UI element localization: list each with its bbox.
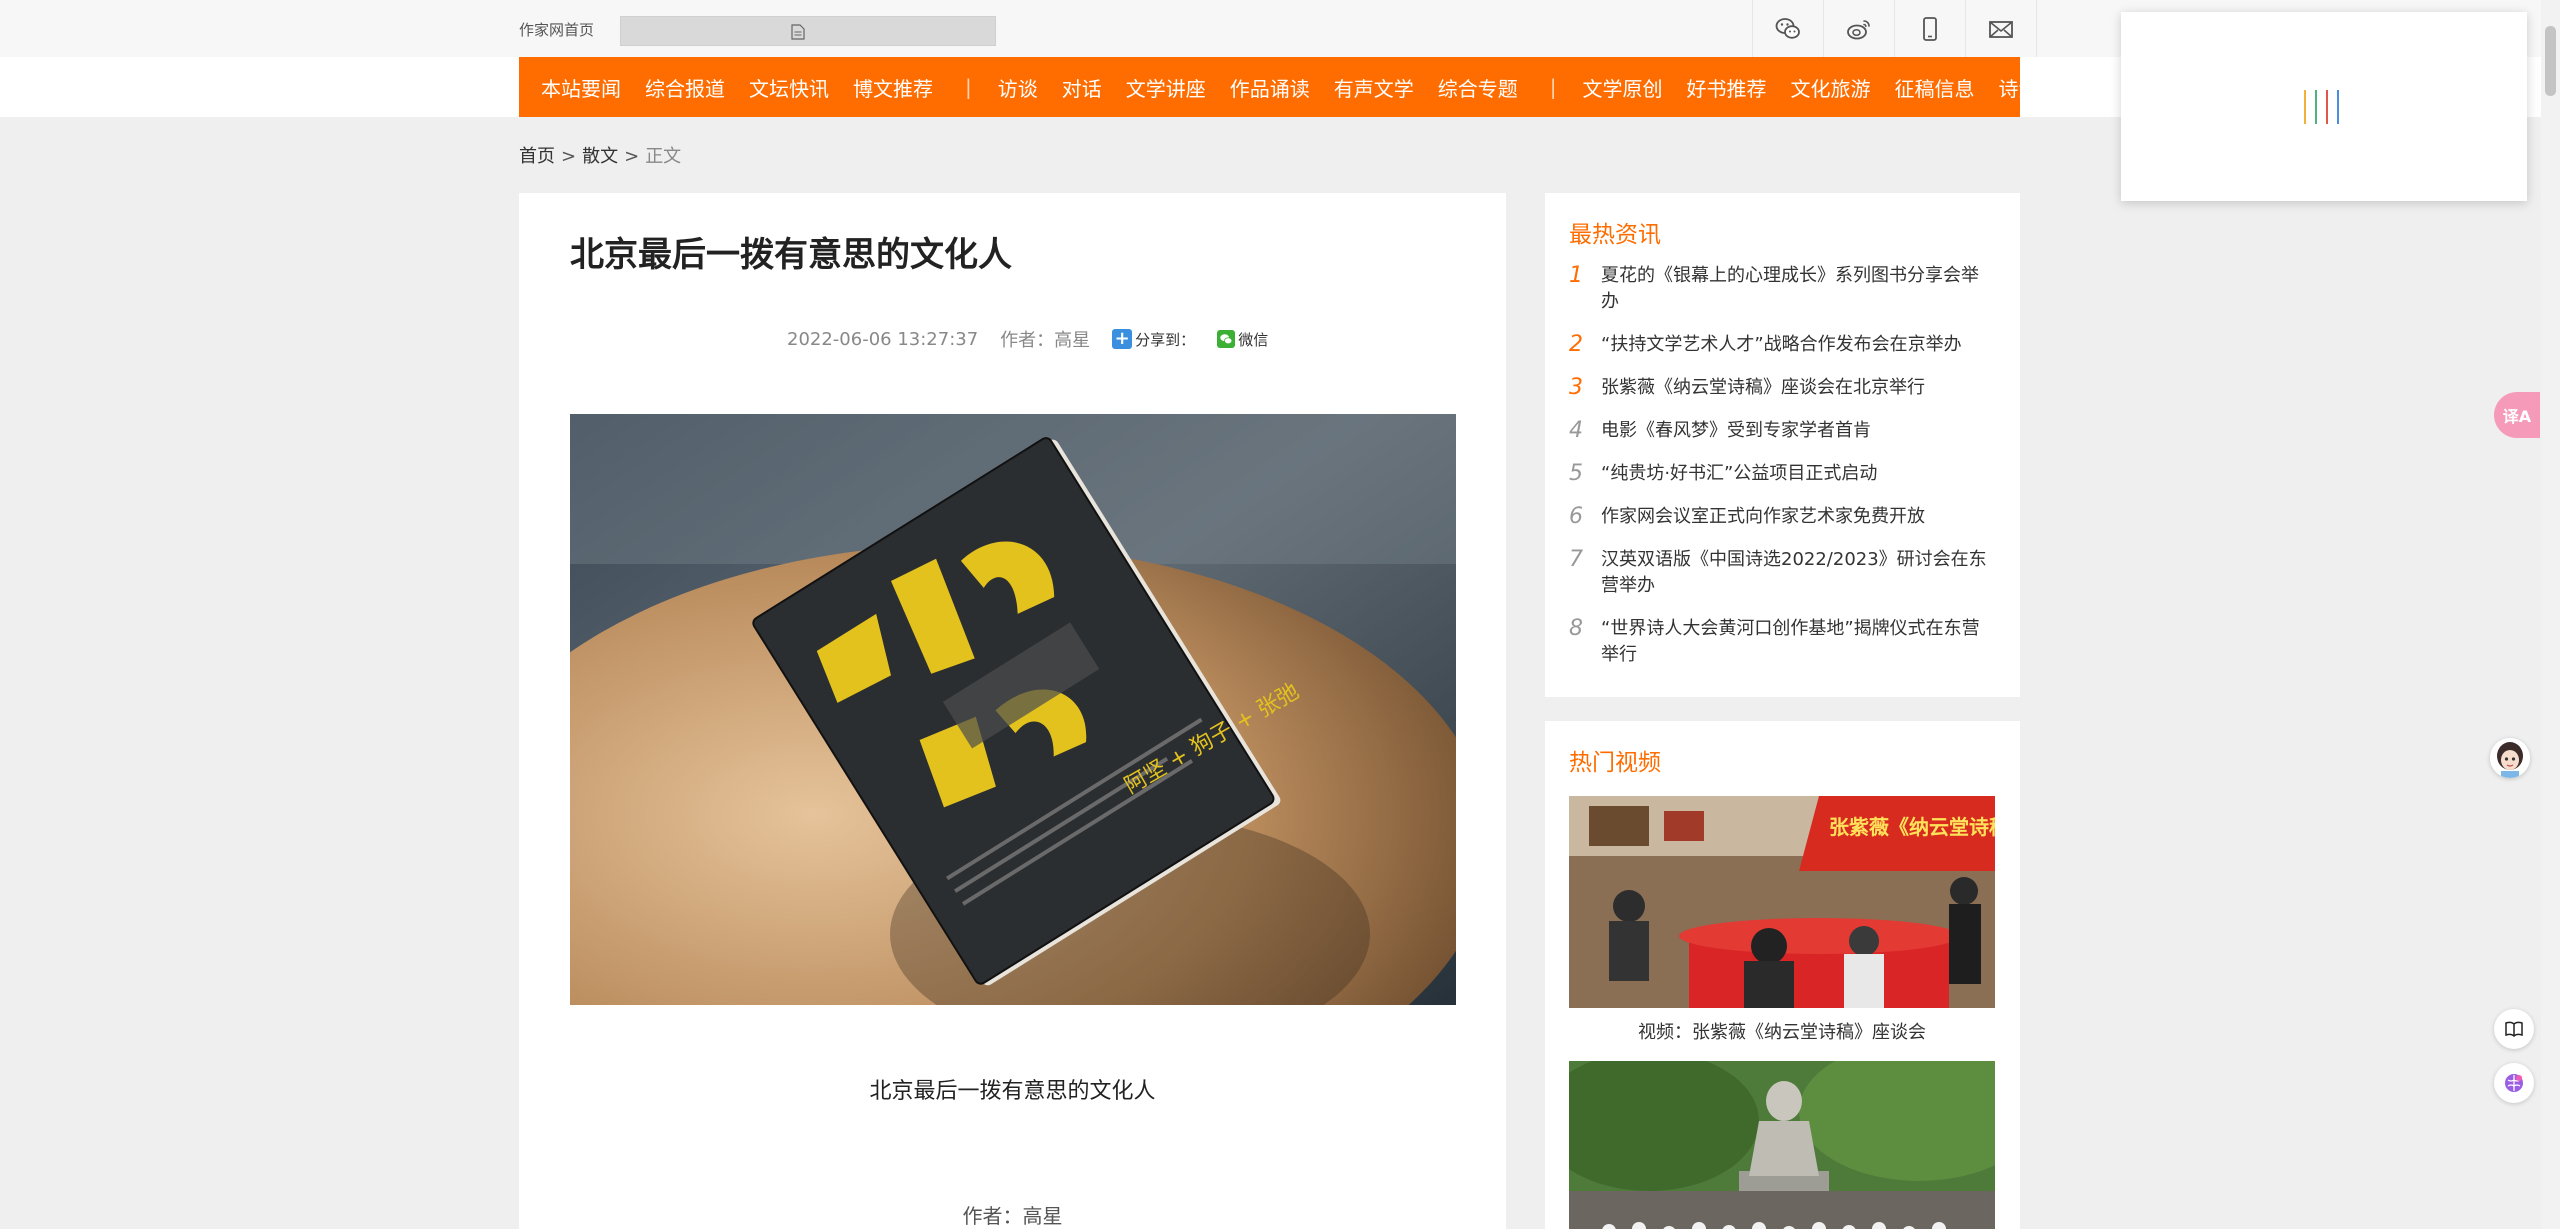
loading-popup bbox=[2121, 12, 2527, 201]
hot-video-title: 热门视频 bbox=[1569, 750, 1661, 776]
news-rank: 5 bbox=[1569, 461, 1583, 486]
news-link[interactable]: 张紫薇《纳云堂诗稿》座谈会在北京举行 bbox=[1601, 375, 1925, 401]
translate-button[interactable]: 译A bbox=[2494, 392, 2540, 438]
news-rank: 4 bbox=[1569, 418, 1583, 443]
news-link[interactable]: “扶持文学艺术人才”战略合作发布会在京举办 bbox=[1601, 332, 1962, 358]
site-home-link[interactable]: 作家网首页 bbox=[519, 19, 594, 40]
article-byline: 作者：高星 bbox=[962, 1204, 1063, 1228]
book-icon[interactable] bbox=[2494, 1009, 2534, 1049]
nav-item[interactable]: 文学原创 bbox=[1583, 73, 1663, 102]
article-hero-image: 阿坚 + 狗子 + 张弛 bbox=[570, 414, 1456, 1005]
news-rank: 8 bbox=[1569, 616, 1583, 641]
mail-icon[interactable] bbox=[1965, 0, 2037, 57]
share-plus-icon[interactable]: + bbox=[1112, 329, 1133, 349]
page-scrollbar[interactable] bbox=[2541, 0, 2560, 1229]
main-nav: 本站要闻 综合报道 文坛快讯 博文推荐 | 访谈 对话 文学讲座 作品诵读 有声… bbox=[519, 57, 2079, 117]
nav-item[interactable]: 综合专题 bbox=[1438, 73, 1518, 102]
nav-separator: | bbox=[965, 75, 972, 99]
nav-item[interactable]: 综合报道 bbox=[645, 73, 725, 102]
news-link[interactable]: “纯贵坊·好书汇”公益项目正式启动 bbox=[1601, 461, 1877, 487]
nav-item[interactable]: 诗酒文化 bbox=[1999, 73, 2079, 102]
video-thumbnail[interactable] bbox=[1569, 1061, 1995, 1229]
nav-item[interactable]: 本站要闻 bbox=[541, 73, 621, 102]
video-card[interactable] bbox=[1569, 1061, 1995, 1229]
statue-group-photo bbox=[1569, 1061, 1995, 1229]
meeting-photo: 张紫薇《纳云堂诗稿》座谈会 bbox=[1569, 796, 1995, 1008]
news-rank: 1 bbox=[1569, 263, 1583, 288]
news-rank: 7 bbox=[1569, 547, 1583, 572]
list-item[interactable]: 6 作家网会议室正式向作家艺术家免费开放 bbox=[1569, 504, 1995, 530]
video-card[interactable]: 张紫薇《纳云堂诗稿》座谈会 视频：张紫薇《纳云堂诗稿》座谈会 bbox=[1569, 796, 1995, 1044]
article: 北京最后一拨有意思的文化人 2022-06-06 13:27:37 作者：高星 … bbox=[519, 193, 1506, 1229]
breadcrumb-separator: > bbox=[561, 146, 577, 167]
wechat-share-icon[interactable] bbox=[1217, 330, 1236, 348]
nav-item[interactable]: 对话 bbox=[1062, 73, 1102, 102]
share-label: 分享到： bbox=[1135, 330, 1196, 349]
nav-item[interactable]: 访谈 bbox=[998, 73, 1038, 102]
scrollbar-thumb[interactable] bbox=[2545, 26, 2556, 96]
breadcrumb: 首页 > 散文 > 正文 bbox=[519, 142, 681, 168]
news-link[interactable]: “世界诗人大会黄河口创作基地”揭牌仪式在东营举行 bbox=[1601, 616, 1995, 668]
nav-item[interactable]: 博文推荐 bbox=[853, 73, 933, 102]
article-title: 北京最后一拨有意思的文化人 bbox=[570, 235, 1012, 275]
document-icon bbox=[791, 24, 805, 40]
weibo-icon[interactable] bbox=[1823, 0, 1894, 57]
hot-news-list: 1 夏花的《银幕上的心理成长》系列图书分享会举办 2 “扶持文学艺术人才”战略合作发… bbox=[1569, 263, 1995, 685]
news-link[interactable]: 电影《春风梦》受到专家学者首肯 bbox=[1601, 418, 1871, 444]
nav-item[interactable]: 作品诵读 bbox=[1230, 73, 1310, 102]
news-rank: 2 bbox=[1569, 332, 1583, 357]
nav-separator: | bbox=[1549, 75, 1557, 99]
article-author: 作者：高星 bbox=[1000, 330, 1091, 351]
video-title[interactable]: 视频：张紫薇《纳云堂诗稿》座谈会 bbox=[1569, 1018, 1995, 1044]
list-item[interactable]: 3 张紫薇《纳云堂诗稿》座谈会在北京举行 bbox=[1569, 375, 1995, 401]
news-link[interactable]: 汉英双语版《中国诗选2022/2023》研讨会在东营举办 bbox=[1601, 547, 1995, 599]
publish-date: 2022-06-06 13:27:37 bbox=[787, 328, 979, 350]
nav-item[interactable]: 文学讲座 bbox=[1126, 73, 1206, 102]
assistant-avatar[interactable] bbox=[2490, 738, 2530, 778]
news-rank: 3 bbox=[1569, 375, 1583, 400]
breadcrumb-current: 正文 bbox=[645, 146, 682, 167]
list-item[interactable]: 1 夏花的《银幕上的心理成长》系列图书分享会举办 bbox=[1569, 263, 1995, 315]
nav-item[interactable]: 有声文学 bbox=[1334, 73, 1414, 102]
list-item[interactable]: 8 “世界诗人大会黄河口创作基地”揭牌仪式在东营举行 bbox=[1569, 616, 1995, 668]
list-item[interactable]: 7 汉英双语版《中国诗选2022/2023》研讨会在东营举办 bbox=[1569, 547, 1995, 599]
hot-video-panel: 热门视频 张紫薇《纳云堂诗稿》座谈会 视频：张紫薇《纳云堂诗稿》座谈会 bbox=[1545, 721, 2020, 1229]
share-wechat-label[interactable]: 微信 bbox=[1238, 329, 1268, 350]
breadcrumb-separator: > bbox=[624, 146, 640, 167]
article-meta: 2022-06-06 13:27:37 作者：高星 + 分享到： 微信 bbox=[787, 326, 1268, 352]
mobile-icon[interactable] bbox=[1894, 0, 1965, 57]
nav-item[interactable]: 好书推荐 bbox=[1687, 73, 1767, 102]
news-rank: 6 bbox=[1569, 504, 1583, 529]
nav-item[interactable]: 文化旅游 bbox=[1791, 73, 1871, 102]
wechat-icon[interactable] bbox=[1752, 0, 1823, 57]
list-item[interactable]: 4 电影《春风梦》受到专家学者首肯 bbox=[1569, 418, 1995, 444]
brain-icon[interactable] bbox=[2494, 1063, 2534, 1103]
list-item[interactable]: 2 “扶持文学艺术人才”战略合作发布会在京举办 bbox=[1569, 332, 1995, 358]
news-link[interactable]: 夏花的《银幕上的心理成长》系列图书分享会举办 bbox=[1601, 263, 1995, 315]
news-link[interactable]: 作家网会议室正式向作家艺术家免费开放 bbox=[1601, 504, 1925, 530]
hot-news-panel: 最热资讯 1 夏花的《银幕上的心理成长》系列图书分享会举办 2 “扶持文学艺术人才”… bbox=[1545, 193, 2020, 697]
hot-news-title: 最热资讯 bbox=[1569, 222, 1661, 248]
nav-item[interactable]: 征稿信息 bbox=[1895, 73, 1975, 102]
breadcrumb-home[interactable]: 首页 bbox=[519, 146, 555, 167]
loading-indicator bbox=[2304, 90, 2339, 124]
social-icons bbox=[1752, 0, 2037, 57]
list-item[interactable]: 5 “纯贵坊·好书汇”公益项目正式启动 bbox=[1569, 461, 1995, 487]
video-thumbnail[interactable]: 张紫薇《纳云堂诗稿》座谈会 bbox=[1569, 796, 1995, 1008]
nav-item[interactable]: 文坛快讯 bbox=[749, 73, 829, 102]
image-caption: 北京最后一拨有意思的文化人 bbox=[869, 1079, 1156, 1104]
video-banner-text: 张紫薇《纳云堂诗稿》座谈会 bbox=[1829, 815, 1995, 839]
search-input[interactable] bbox=[620, 16, 996, 46]
breadcrumb-category[interactable]: 散文 bbox=[582, 146, 618, 167]
book-photo: 阿坚 + 狗子 + 张弛 bbox=[570, 414, 1456, 1005]
